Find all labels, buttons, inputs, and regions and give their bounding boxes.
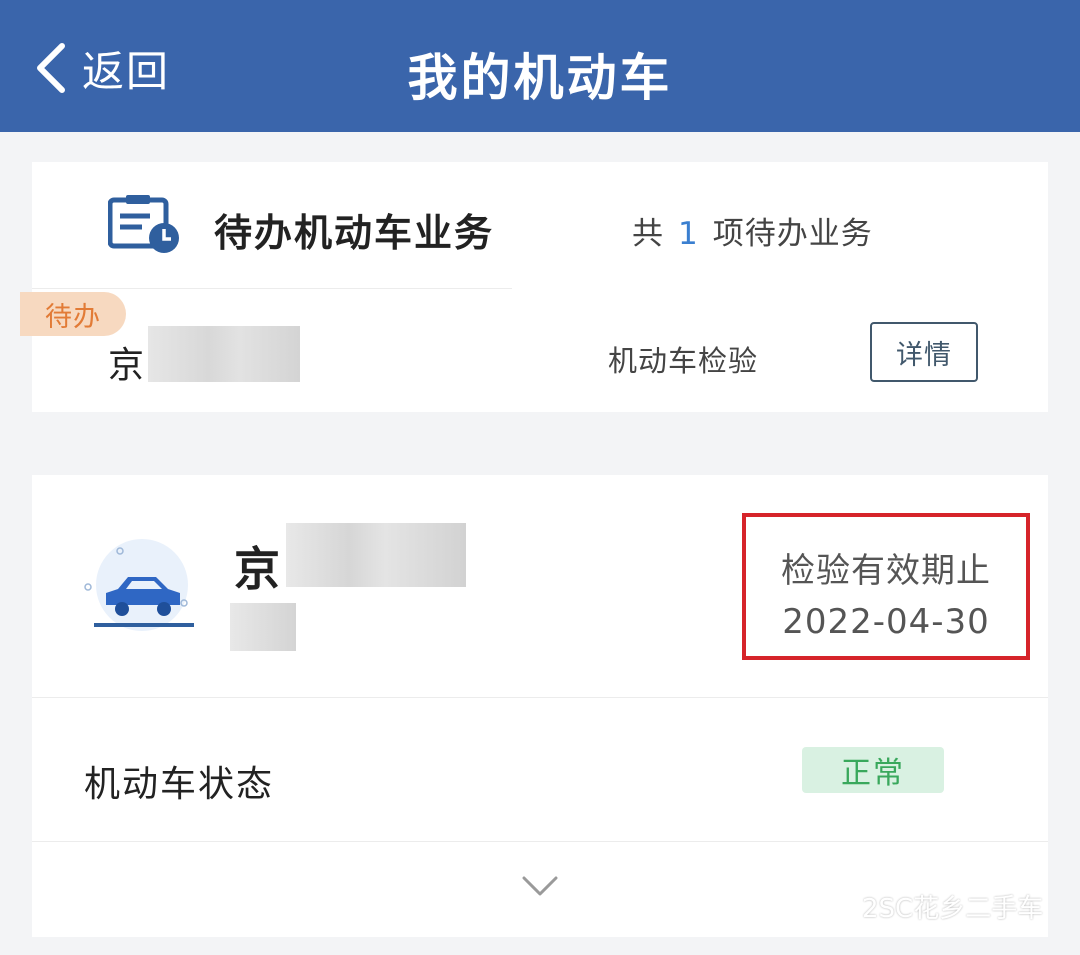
summary-suffix: 项待办业务 — [712, 216, 873, 252]
plate-number: 京 — [108, 345, 145, 386]
vehicle-card[interactable]: 京 检验有效期止 2022-04-30 机动车状态 正常 — [32, 475, 1048, 937]
page-title: 我的机动车 — [407, 49, 673, 107]
watermark-text: 2SC花乡二手车 — [862, 894, 1044, 924]
wechat-icon — [812, 890, 855, 922]
divider — [32, 841, 1048, 842]
vehicle-plate-number: 京 — [234, 542, 280, 596]
pending-business-title: 待办机动车业务 — [214, 211, 495, 255]
top-nav-bar: 返回 我的机动车 — [0, 0, 1080, 132]
vehicle-status-label: 机动车状态 — [84, 764, 275, 805]
pending-badge: 待办 — [20, 292, 126, 336]
summary-prefix: 共 — [632, 216, 664, 252]
vehicle-type-redaction — [230, 603, 296, 651]
clipboard-clock-icon — [108, 195, 179, 253]
business-type: 机动车检验 — [608, 344, 759, 378]
car-icon — [84, 539, 194, 631]
pending-count: 1 — [678, 216, 699, 252]
pending-business-summary: 共 1 项待办业务 — [632, 208, 873, 253]
plate-redaction — [286, 523, 466, 587]
divider — [32, 697, 1048, 698]
watermark: 2SC花乡二手车 — [812, 888, 1043, 925]
plate-redaction — [148, 326, 300, 382]
inspection-expiry-label: 检验有效期止 — [781, 551, 991, 591]
pending-business-card: 待办机动车业务 共 1 项待办业务 待办 京 机动车检验 详情 — [20, 162, 1048, 412]
inspection-expiry-date: 2022-04-30 — [782, 602, 990, 642]
divider — [32, 288, 512, 289]
inspection-expiry-highlight: 检验有效期止 2022-04-30 — [742, 513, 1030, 660]
detail-button[interactable]: 详情 — [870, 322, 978, 382]
chevron-down-icon[interactable] — [520, 873, 560, 899]
status-badge: 正常 — [802, 747, 944, 793]
